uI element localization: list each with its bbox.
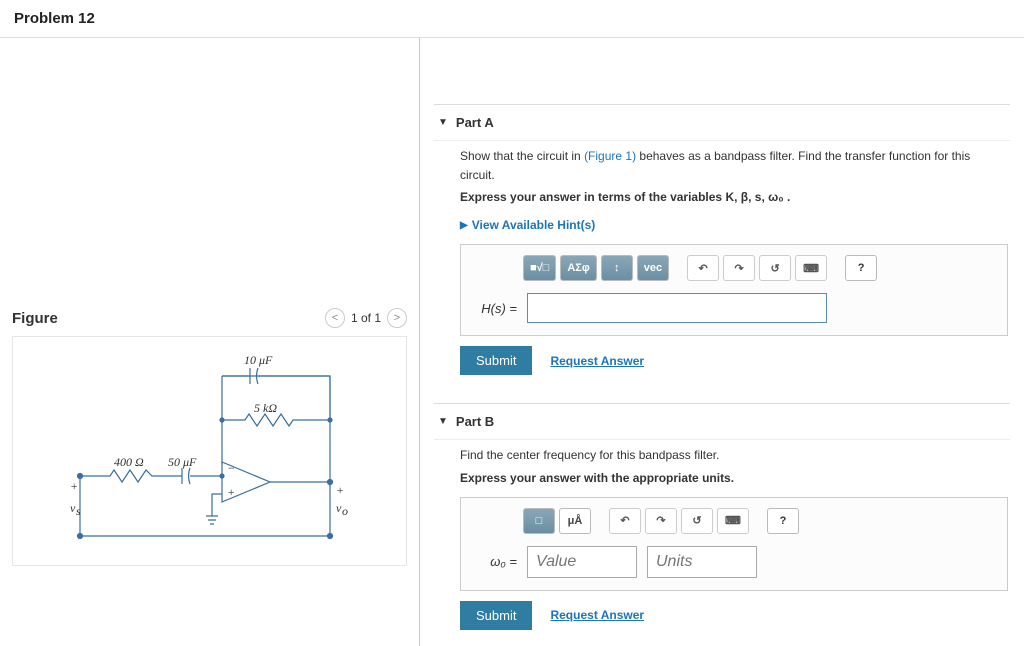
part-b-lhs: ω₀ = (473, 554, 517, 569)
label-c2: 50 μF (168, 455, 197, 469)
part-a-format: Express your answer in terms of the vari… (460, 190, 1008, 204)
redo-button[interactable]: ↷ (645, 508, 677, 534)
part-b-format: Express your answer with the appropriate… (460, 471, 1008, 485)
part-a-input[interactable] (527, 293, 827, 323)
figure-link[interactable]: (Figure 1) (584, 149, 636, 163)
keyboard-button[interactable]: ⌨ (795, 255, 827, 281)
circuit-diagram: 10 μF 5 kΩ 400 Ω 50 μF vs vo + + − + (12, 336, 407, 566)
part-b: ▼ Part B Find the center frequency for t… (434, 403, 1010, 640)
svg-text:−: − (227, 461, 235, 475)
keyboard-button[interactable]: ⌨ (717, 508, 749, 534)
part-b-editor: □ μÅ ↶ ↷ ↺ ⌨ ? ω₀ = (460, 497, 1008, 591)
caret-down-icon: ▼ (438, 117, 448, 128)
label-c1: 10 μF (244, 353, 273, 367)
svg-text:s: s (76, 504, 81, 518)
part-b-units-input[interactable] (647, 546, 757, 578)
help-button[interactable]: ? (845, 255, 877, 281)
template-button[interactable]: ■√□ (523, 255, 556, 281)
part-a: ▼ Part A Show that the circuit in (Figur… (434, 104, 1010, 385)
part-b-toolbar: □ μÅ ↶ ↷ ↺ ⌨ ? (473, 508, 995, 534)
content-pane: ▼ Part A Show that the circuit in (Figur… (420, 38, 1024, 646)
svg-text:+: + (70, 479, 78, 493)
part-a-instruction: Show that the circuit in (Figure 1) beha… (460, 147, 1008, 184)
reset-button[interactable]: ↺ (759, 255, 791, 281)
svg-text:+: + (336, 483, 344, 497)
caret-down-icon: ▼ (438, 416, 448, 427)
help-button[interactable]: ? (767, 508, 799, 534)
reset-button[interactable]: ↺ (681, 508, 713, 534)
part-b-submit-button[interactable]: Submit (460, 601, 532, 630)
part-a-title: Part A (456, 115, 494, 130)
part-b-request-link[interactable]: Request Answer (550, 608, 644, 622)
undo-button[interactable]: ↶ (609, 508, 641, 534)
part-a-lhs: H(s) = (473, 301, 517, 316)
undo-button[interactable]: ↶ (687, 255, 719, 281)
figure-nav: < 1 of 1 > (325, 308, 407, 328)
figure-title: Figure (12, 310, 58, 327)
figure-count: 1 of 1 (351, 311, 381, 325)
greek-button[interactable]: ΑΣφ (560, 255, 596, 281)
part-a-submit-button[interactable]: Submit (460, 346, 532, 375)
part-a-request-link[interactable]: Request Answer (550, 354, 644, 368)
part-b-instruction: Find the center frequency for this bandp… (460, 446, 1008, 465)
units-button[interactable]: μÅ (559, 508, 591, 534)
page-header: Problem 12 (0, 0, 1024, 38)
part-a-toolbar: ■√□ ΑΣφ ↕ vec ↶ ↷ ↺ ⌨ ? (473, 255, 995, 281)
vec-button[interactable]: vec (637, 255, 669, 281)
redo-button[interactable]: ↷ (723, 255, 755, 281)
figure-next-button[interactable]: > (387, 308, 407, 328)
label-r2: 400 Ω (114, 455, 144, 469)
problem-title: Problem 12 (14, 10, 1010, 27)
figure-prev-button[interactable]: < (325, 308, 345, 328)
part-b-value-input[interactable] (527, 546, 637, 578)
triangle-right-icon: ▶ (460, 220, 468, 231)
subsup-button[interactable]: ↕ (601, 255, 633, 281)
label-r1: 5 kΩ (254, 401, 277, 415)
svg-text:+: + (227, 485, 235, 499)
part-a-editor: ■√□ ΑΣφ ↕ vec ↶ ↷ ↺ ⌨ ? H(s) = (460, 244, 1008, 336)
svg-text:o: o (342, 504, 348, 518)
part-b-title: Part B (456, 414, 494, 429)
view-hints-link[interactable]: ▶ View Available Hint(s) (460, 218, 1008, 232)
part-a-header[interactable]: ▼ Part A (434, 105, 1010, 140)
part-b-header[interactable]: ▼ Part B (434, 404, 1010, 439)
template-button[interactable]: □ (523, 508, 555, 534)
figure-pane: Figure < 1 of 1 > (0, 38, 420, 646)
